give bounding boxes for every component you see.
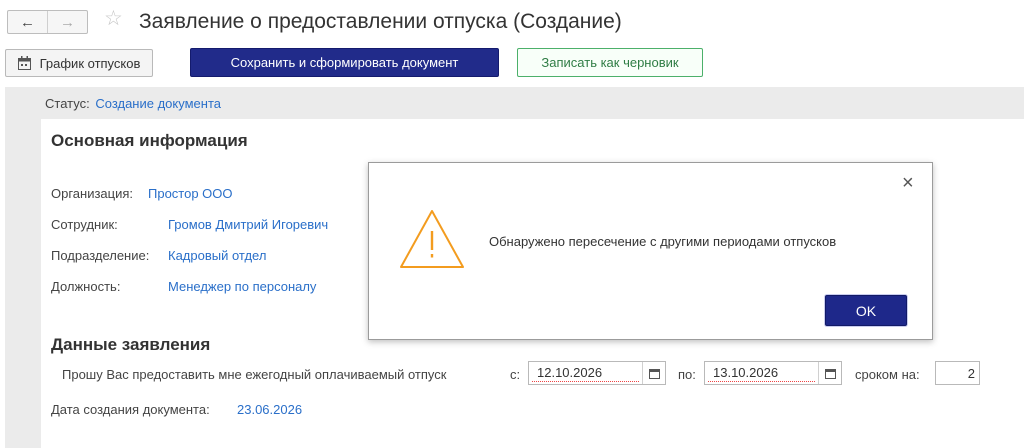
calendar-icon bbox=[17, 56, 31, 70]
organization-label: Организация: bbox=[51, 186, 134, 201]
status-label: Статус: bbox=[45, 96, 90, 111]
request-text: Прошу Вас предоставить мне ежегодный опл… bbox=[62, 367, 447, 382]
ok-button[interactable]: OK bbox=[825, 295, 907, 326]
employee-label: Сотрудник: bbox=[51, 217, 118, 232]
start-date-field[interactable]: 12.10.2026 bbox=[528, 361, 666, 385]
warning-triangle-icon bbox=[400, 210, 464, 268]
created-date-label: Дата создания документа: bbox=[51, 402, 210, 417]
vacation-schedule-label: График отпусков bbox=[39, 55, 141, 71]
position-label: Должность: bbox=[51, 279, 121, 294]
department-link[interactable]: Кадровый отдел bbox=[168, 248, 266, 263]
dialog-message: Обнаружено пересечение с другими периода… bbox=[489, 234, 837, 249]
from-label: с: bbox=[510, 367, 521, 382]
to-label: по: bbox=[678, 367, 696, 382]
save-as-draft-button[interactable]: Записать как черновик bbox=[517, 48, 703, 77]
duration-label: сроком на: bbox=[855, 367, 920, 382]
main-info-heading: Основная информация bbox=[51, 131, 248, 150]
nav-buttons: ← → bbox=[7, 10, 88, 34]
department-label: Подразделение: bbox=[51, 248, 150, 263]
organization-link[interactable]: Простор ООО bbox=[148, 186, 233, 201]
forward-arrow-icon[interactable]: → bbox=[47, 11, 87, 33]
page-title: Заявление о предоставлении отпуска (Созд… bbox=[139, 10, 622, 33]
window-header: ← → ☆ Заявление о предоставлении отпуска… bbox=[0, 0, 1024, 44]
position-link[interactable]: Менеджер по персоналу bbox=[168, 279, 316, 294]
favorite-star-icon[interactable]: ☆ bbox=[104, 8, 123, 29]
application-heading: Данные заявления bbox=[51, 335, 211, 354]
start-date-value[interactable]: 12.10.2026 bbox=[532, 365, 639, 382]
status-value[interactable]: Создание документа bbox=[95, 96, 221, 111]
status-line: Статус: Создание документа bbox=[45, 96, 221, 111]
save-and-generate-button[interactable]: Сохранить и сформировать документ bbox=[190, 48, 499, 77]
employee-link[interactable]: Громов Дмитрий Игоревич bbox=[168, 217, 328, 232]
end-date-value[interactable]: 13.10.2026 bbox=[708, 365, 815, 382]
end-date-field[interactable]: 13.10.2026 bbox=[704, 361, 842, 385]
close-icon[interactable]: × bbox=[902, 173, 914, 193]
warning-dialog: × Обнаружено пересечение с другими перио… bbox=[368, 162, 933, 340]
vacation-schedule-button[interactable]: График отпусков bbox=[5, 49, 153, 77]
end-date-calendar-icon[interactable] bbox=[818, 362, 841, 384]
created-date-value: 23.06.2026 bbox=[237, 402, 303, 417]
start-date-calendar-icon[interactable] bbox=[642, 362, 665, 384]
duration-field[interactable]: 2 bbox=[935, 361, 980, 385]
back-arrow-icon[interactable]: ← bbox=[8, 11, 47, 33]
